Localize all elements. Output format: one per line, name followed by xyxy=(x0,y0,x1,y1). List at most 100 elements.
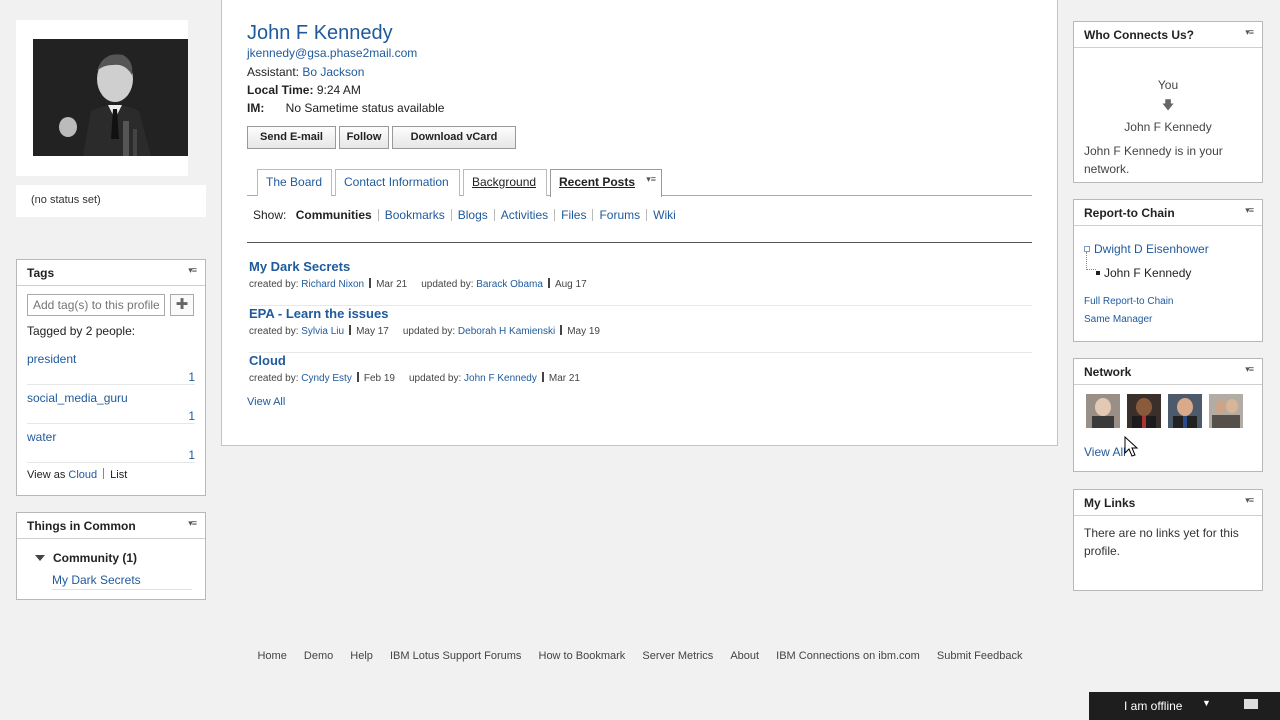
updated-label: updated by: xyxy=(408,373,462,384)
updated-date: May 19 xyxy=(567,326,600,337)
view-all-posts-link[interactable]: View All xyxy=(247,396,285,408)
things-in-common-title: Things in Common xyxy=(27,519,136,533)
filter-wiki[interactable]: Wiki xyxy=(653,208,676,222)
community-group-toggle[interactable]: Community (1) xyxy=(35,551,137,565)
follow-button[interactable]: Follow xyxy=(339,126,389,149)
connection-you: You xyxy=(1157,78,1179,92)
created-label: created by: xyxy=(249,326,299,337)
network-header[interactable]: Network ▾≡ xyxy=(1074,359,1262,385)
tag-row: water 1 xyxy=(27,430,195,463)
footer-link-home[interactable]: Home xyxy=(257,650,286,662)
triangle-down-icon xyxy=(35,555,45,561)
assistant-label: Assistant: xyxy=(247,65,300,79)
created-date: Mar 21 xyxy=(376,279,408,290)
menu-icon[interactable]: ▾≡ xyxy=(646,174,656,185)
tag-link[interactable]: president xyxy=(27,352,76,366)
updater-link[interactable]: Deborah H Kamienski xyxy=(458,326,555,337)
creator-link[interactable]: Richard Nixon xyxy=(301,279,364,290)
menu-icon[interactable]: ▾≡ xyxy=(188,265,197,276)
footer-link-ibm-connections[interactable]: IBM Connections on ibm.com xyxy=(776,650,920,662)
view-list-link[interactable]: List xyxy=(110,469,127,481)
tab-the-board[interactable]: The Board xyxy=(257,169,332,196)
tab-recent-posts[interactable]: Recent Posts ▾≡ xyxy=(550,169,662,197)
filter-activities[interactable]: Activities xyxy=(501,208,548,222)
creator-link[interactable]: Sylvia Liu xyxy=(301,326,344,337)
who-connects-us-widget: Who Connects Us? ▾≡ You 🡇 John F Kennedy… xyxy=(1073,21,1263,183)
email-link[interactable]: jkennedy@gsa.phase2mail.com xyxy=(247,46,417,60)
things-in-common-header[interactable]: Things in Common ▾≡ xyxy=(17,513,205,539)
assistant-link[interactable]: Bo Jackson xyxy=(302,65,364,79)
creator-link[interactable]: Cyndy Esty xyxy=(301,373,352,384)
menu-icon[interactable]: ▾≡ xyxy=(1245,27,1254,38)
footer-link-support-forums[interactable]: IBM Lotus Support Forums xyxy=(390,650,521,662)
menu-icon[interactable]: ▾≡ xyxy=(1245,205,1254,216)
network-view-all-link[interactable]: View All xyxy=(1084,445,1126,459)
tab-label: Background xyxy=(472,175,537,189)
add-tag-button[interactable]: ✚ xyxy=(170,294,194,316)
tag-link[interactable]: social_media_guru xyxy=(27,391,128,405)
menu-icon[interactable]: ▾≡ xyxy=(1245,364,1254,375)
local-time-value: 9:24 AM xyxy=(316,83,361,97)
tag-link[interactable]: water xyxy=(27,430,56,444)
chevron-down-icon[interactable]: ▼ xyxy=(1202,698,1211,708)
updated-date: Mar 21 xyxy=(548,373,580,384)
tag-count: 1 xyxy=(188,409,195,423)
self-name: John F Kennedy xyxy=(1104,266,1192,280)
footer-link-help[interactable]: Help xyxy=(350,650,373,662)
network-widget: Network ▾≡ View All xyxy=(1073,358,1263,472)
chat-bubble-icon[interactable] xyxy=(1244,699,1258,709)
footer-links: Home Demo Help IBM Lotus Support Forums … xyxy=(0,650,1280,662)
posts-divider xyxy=(247,242,1032,243)
chat-status-label[interactable]: I am offline xyxy=(1124,699,1182,713)
manager-link[interactable]: Dwight D Eisenhower xyxy=(1094,242,1209,256)
avatar[interactable] xyxy=(1086,394,1120,428)
send-email-button[interactable]: Send E-mail xyxy=(247,126,336,149)
updated-label: updated by: xyxy=(402,326,456,337)
connection-target: John F Kennedy xyxy=(1124,120,1212,134)
avatar[interactable] xyxy=(1209,394,1243,428)
post-meta: created by: Sylvia Liu May 17 updated by: … xyxy=(249,325,600,337)
updater-link[interactable]: Barack Obama xyxy=(476,279,543,290)
tags-widget-header[interactable]: Tags ▾≡ xyxy=(17,260,205,286)
my-links-header[interactable]: My Links ▾≡ xyxy=(1074,490,1262,516)
tab-background[interactable]: Background xyxy=(463,169,547,196)
tagged-by-text: Tagged by 2 people: xyxy=(27,324,136,338)
tag-input[interactable] xyxy=(27,294,165,316)
avatar[interactable] xyxy=(1127,394,1161,428)
filter-bookmarks[interactable]: Bookmarks xyxy=(385,208,445,222)
common-community-link[interactable]: My Dark Secrets xyxy=(52,573,141,587)
full-chain-link[interactable]: Full Report-to Chain xyxy=(1084,296,1173,307)
view-cloud-link[interactable]: Cloud xyxy=(68,469,97,481)
post-title-link[interactable]: EPA - Learn the issues xyxy=(249,306,388,321)
tag-count: 1 xyxy=(188,370,195,384)
menu-icon[interactable]: ▾≡ xyxy=(188,518,197,529)
filter-forums[interactable]: Forums xyxy=(599,208,640,222)
download-vcard-button[interactable]: Download vCard xyxy=(392,126,516,149)
footer-link-submit-feedback[interactable]: Submit Feedback xyxy=(937,650,1023,662)
created-date: May 17 xyxy=(356,326,389,337)
view-as-label: View as xyxy=(27,469,66,481)
same-manager-link[interactable]: Same Manager xyxy=(1084,314,1152,325)
avatar[interactable] xyxy=(1168,394,1202,428)
footer-link-demo[interactable]: Demo xyxy=(304,650,333,662)
filter-files[interactable]: Files xyxy=(561,208,586,222)
post-title-link[interactable]: My Dark Secrets xyxy=(249,259,350,274)
tab-contact-information[interactable]: Contact Information xyxy=(335,169,460,196)
menu-icon[interactable]: ▾≡ xyxy=(1245,495,1254,506)
footer-link-how-to-bookmark[interactable]: How to Bookmark xyxy=(539,650,626,662)
footer-link-server-metrics[interactable]: Server Metrics xyxy=(642,650,713,662)
report-chain-header[interactable]: Report-to Chain ▾≡ xyxy=(1074,200,1262,226)
post-filter-bar: Show: Communities Bookmarks Blogs Activitie… xyxy=(253,208,676,222)
post-title-link[interactable]: Cloud xyxy=(249,353,286,368)
my-links-widget: My Links ▾≡ There are no links yet for t… xyxy=(1073,489,1263,591)
updater-link[interactable]: John F Kennedy xyxy=(464,373,537,384)
chat-status-bar[interactable]: I am offline ▼ xyxy=(1089,692,1280,720)
tag-count: 1 xyxy=(188,448,195,462)
filter-blogs[interactable]: Blogs xyxy=(458,208,488,222)
footer-link-about[interactable]: About xyxy=(730,650,759,662)
filter-communities[interactable]: Communities xyxy=(296,208,372,222)
manager-node: Dwight D Eisenhower xyxy=(1084,242,1209,256)
who-connects-header[interactable]: Who Connects Us? ▾≡ xyxy=(1074,22,1262,48)
created-label: created by: xyxy=(249,373,299,384)
assistant-row: Assistant: Bo Jackson xyxy=(247,65,364,79)
